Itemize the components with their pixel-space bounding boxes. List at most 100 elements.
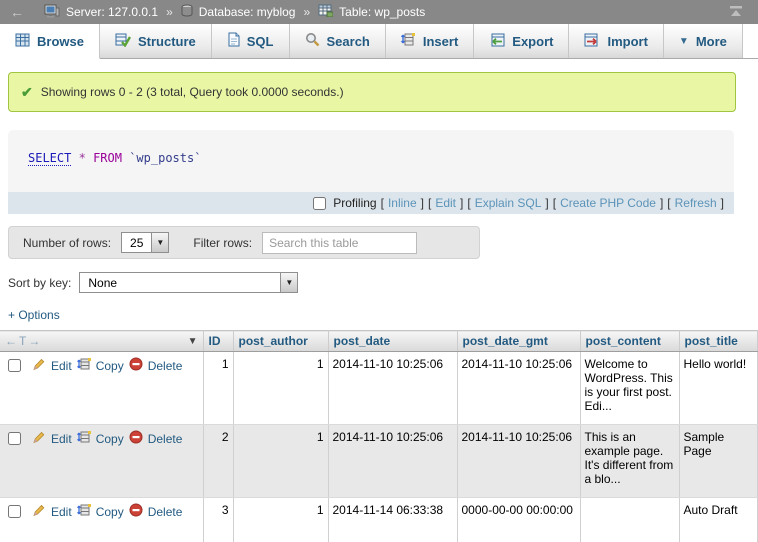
- breadcrumb-server[interactable]: Server: 127.0.0.1: [66, 5, 158, 19]
- cell-post-date: 2014-11-10 10:25:06: [328, 352, 457, 425]
- cell-id: 3: [203, 498, 233, 542]
- breadcrumb-table-link[interactable]: Table: wp_posts: [339, 5, 425, 19]
- sql-icon: [227, 32, 240, 50]
- server-icon: [44, 4, 60, 21]
- search-icon: [305, 32, 320, 50]
- cell-post-author: 1: [233, 498, 328, 542]
- copy-link[interactable]: Copy: [96, 359, 124, 373]
- tab-more[interactable]: ▼ More: [664, 24, 743, 58]
- edit-link[interactable]: Edit: [51, 505, 72, 519]
- tab-browse[interactable]: Browse: [0, 24, 100, 59]
- bracket: ]: [460, 196, 463, 210]
- results-table: ←T→ ▼ ID post_author post_date post_date…: [0, 330, 758, 542]
- tab-label: Structure: [138, 34, 196, 49]
- tab-sql[interactable]: SQL: [212, 24, 290, 58]
- edit-link[interactable]: Edit: [51, 359, 72, 373]
- tab-import[interactable]: Import: [569, 24, 663, 58]
- cell-post-content: [580, 498, 679, 542]
- sql-toolbar: Profiling [ Inline ] [ Edit ] [ Explain …: [8, 192, 734, 214]
- explain-sql-link[interactable]: Explain SQL: [475, 196, 542, 210]
- sql-keyword-select[interactable]: SELECT: [28, 151, 71, 166]
- edit-link[interactable]: Edit: [51, 432, 72, 446]
- row-checkbox[interactable]: [8, 432, 21, 445]
- tab-bar: Browse Structure SQL Search Insert Expor…: [0, 24, 758, 59]
- bracket: ]: [721, 196, 724, 210]
- row-actions-cell: Edit Copy Delete: [0, 352, 203, 425]
- table-row: Edit Copy Delete 3 1 2014-11-14 06:33:38…: [0, 498, 757, 542]
- collapse-console-icon[interactable]: [728, 5, 744, 21]
- sql-keyword-from: FROM: [93, 151, 122, 165]
- transpose-toggle[interactable]: ←T→: [5, 334, 42, 348]
- tabbar-filler: [743, 24, 758, 58]
- delete-link[interactable]: Delete: [148, 432, 183, 446]
- sort-by-key-select[interactable]: None ▼: [79, 272, 298, 293]
- delete-link[interactable]: Delete: [148, 359, 183, 373]
- header-row: ←T→ ▼ ID post_author post_date post_date…: [0, 331, 757, 352]
- cell-post-date: 2014-11-10 10:25:06: [328, 425, 457, 498]
- breadcrumb-database-link[interactable]: Database: myblog: [199, 5, 296, 19]
- delete-icon: [129, 430, 143, 447]
- profiling-label: Profiling: [333, 196, 376, 210]
- copy-icon: [77, 430, 91, 447]
- pencil-icon: [32, 357, 46, 374]
- number-of-rows-select[interactable]: 25 ▼: [121, 232, 169, 253]
- import-icon: [584, 33, 600, 50]
- row-checkbox[interactable]: [8, 505, 21, 518]
- column-header-post-title[interactable]: post_title: [679, 331, 757, 352]
- breadcrumb-separator: »: [166, 5, 173, 19]
- delete-link[interactable]: Delete: [148, 505, 183, 519]
- create-php-code-link[interactable]: Create PHP Code: [560, 196, 656, 210]
- tab-search[interactable]: Search: [290, 24, 386, 58]
- inline-link[interactable]: Inline: [388, 196, 417, 210]
- filter-rows-label: Filter rows:: [193, 236, 252, 250]
- insert-icon: [401, 32, 416, 50]
- column-header-post-date-gmt[interactable]: post_date_gmt: [457, 331, 580, 352]
- copy-icon: [77, 503, 91, 520]
- breadcrumb-server-link[interactable]: Server: 127.0.0.1: [66, 5, 158, 19]
- column-header-id[interactable]: ID: [203, 331, 233, 352]
- filter-rows-input[interactable]: [262, 232, 417, 254]
- table-icon: [318, 4, 333, 20]
- tab-export[interactable]: Export: [474, 24, 569, 58]
- cell-post-date-gmt: 2014-11-10 10:25:06: [457, 352, 580, 425]
- sort-by-key-label: Sort by key:: [8, 276, 71, 290]
- delete-icon: [129, 357, 143, 374]
- tab-insert[interactable]: Insert: [386, 24, 474, 58]
- column-header-post-date[interactable]: post_date: [328, 331, 457, 352]
- refresh-link[interactable]: Refresh: [675, 196, 717, 210]
- cell-post-date-gmt: 0000-00-00 00:00:00: [457, 498, 580, 542]
- sort-by-key-row: Sort by key: None ▼: [8, 272, 758, 293]
- cell-post-content: Welcome to WordPress. This is your first…: [580, 352, 679, 425]
- status-message-text: Showing rows 0 - 2 (3 total, Query took …: [41, 85, 344, 99]
- tab-label: More: [696, 34, 727, 49]
- bracket: [: [667, 196, 670, 210]
- options-toggle[interactable]: + Options: [8, 308, 60, 322]
- breadcrumb-separator: »: [303, 5, 310, 19]
- bracket: [: [467, 196, 470, 210]
- cell-post-title: Hello world!: [679, 352, 757, 425]
- row-checkbox[interactable]: [8, 359, 21, 372]
- copy-link[interactable]: Copy: [96, 432, 124, 446]
- column-header-post-content[interactable]: post_content: [580, 331, 679, 352]
- column-header-post-author[interactable]: post_author: [233, 331, 328, 352]
- sql-table-identifier: `wp_posts`: [129, 151, 201, 165]
- sql-query-box: SELECT * FROM `wp_posts` Profiling [ Inl…: [8, 130, 734, 214]
- copy-link[interactable]: Copy: [96, 505, 124, 519]
- row-actions-cell: Edit Copy Delete: [0, 498, 203, 542]
- breadcrumb-table[interactable]: Table: wp_posts: [339, 5, 425, 19]
- sql-star-token: *: [79, 151, 86, 165]
- edit-query-link[interactable]: Edit: [435, 196, 456, 210]
- bracket: ]: [421, 196, 424, 210]
- sort-options-icon[interactable]: ▼: [188, 336, 198, 347]
- tab-structure[interactable]: Structure: [100, 24, 212, 58]
- rows-control-bar: Number of rows: 25 ▼ Filter rows:: [8, 226, 480, 259]
- profiling-checkbox[interactable]: [313, 197, 326, 210]
- browse-icon: [15, 33, 30, 50]
- sort-by-key-value: None: [80, 273, 280, 292]
- back-arrow-icon[interactable]: ←: [10, 4, 24, 20]
- tab-label: Export: [512, 34, 553, 49]
- cell-id: 1: [203, 352, 233, 425]
- tab-label: Browse: [37, 34, 84, 49]
- pencil-icon: [32, 503, 46, 520]
- breadcrumb-database[interactable]: Database: myblog: [199, 5, 296, 19]
